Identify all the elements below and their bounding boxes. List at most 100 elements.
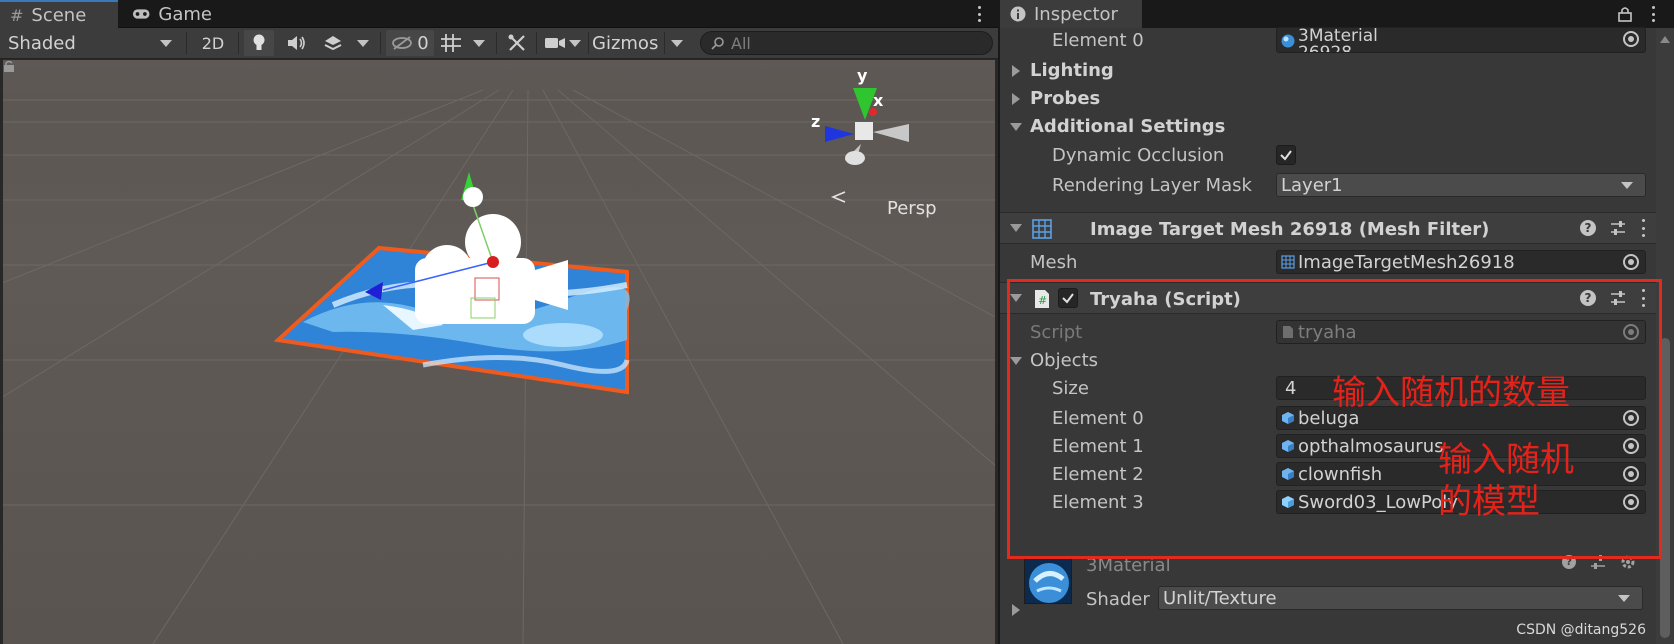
scrollbar-thumb[interactable]	[1660, 338, 1670, 638]
2d-toggle-button[interactable]: 2D	[193, 30, 233, 56]
mesh-filter-icon	[1032, 219, 1052, 239]
dynamic-occlusion-checkbox[interactable]	[1276, 145, 1296, 165]
chevron-right-icon	[1012, 65, 1020, 77]
script-file-icon	[1283, 326, 1293, 338]
grid-toggle-button[interactable]	[436, 30, 466, 56]
objects-foldout[interactable]: Objects	[1000, 346, 1656, 374]
help-icon[interactable]: ?	[1562, 555, 1576, 569]
probes-label: Probes	[1030, 87, 1101, 109]
mesh-filter-header-icons: ?	[1580, 219, 1646, 237]
grid-snap-icon	[441, 34, 461, 52]
script-component-title: Tryaha (Script)	[1090, 288, 1241, 310]
rendering-layer-mask-dropdown[interactable]: Layer1	[1276, 173, 1646, 197]
element-label: Element 0	[1052, 407, 1144, 429]
object-picker-icon[interactable]	[1623, 438, 1639, 454]
mesh-object-field[interactable]: ImageTargetMesh26918	[1276, 250, 1646, 274]
presets-icon[interactable]	[1590, 554, 1606, 570]
chevron-right-icon[interactable]	[1012, 604, 1020, 616]
material-object-field[interactable]: 3Material 26928	[1276, 27, 1646, 53]
shader-dropdown[interactable]: Unlit/Texture	[1158, 586, 1643, 610]
inspector-panel: Inspector Element 0 3Material 26928 Ligh…	[1000, 0, 1674, 644]
component-menu-icon[interactable]	[1640, 219, 1646, 237]
camera-icon	[545, 38, 565, 48]
script-value: tryaha	[1298, 321, 1357, 343]
help-icon[interactable]: ?	[1580, 290, 1596, 306]
element-label: Element 1	[1052, 435, 1144, 457]
mesh-filter-title: Image Target Mesh 26918 (Mesh Filter)	[1090, 218, 1490, 240]
probes-foldout[interactable]: Probes	[1000, 84, 1656, 112]
hidden-count: 0	[417, 32, 429, 54]
effects-toggle-button[interactable]	[318, 30, 348, 56]
hidden-objects-toggle[interactable]: 0	[386, 30, 434, 56]
tools-button[interactable]	[502, 30, 532, 56]
prefab-icon	[1282, 412, 1294, 424]
prefab-icon	[1282, 440, 1294, 452]
lighting-toggle-button[interactable]	[244, 30, 274, 56]
tab-inspector[interactable]: Inspector	[1000, 0, 1142, 28]
tab-game-label: Game	[158, 3, 212, 25]
scene-view-canvas[interactable]	[3, 60, 995, 644]
scene-viewport[interactable]: y x z Persp	[3, 60, 995, 644]
mesh-filter-header[interactable]: Image Target Mesh 26918 (Mesh Filter) ?	[1000, 212, 1656, 244]
object-picker-icon[interactable]	[1623, 410, 1639, 426]
script-object-field: tryaha	[1276, 320, 1646, 344]
material-header-icons: ?	[1562, 554, 1636, 570]
checkmark-icon	[1280, 150, 1292, 161]
gizmos-dropdown-button[interactable]	[666, 30, 688, 56]
script-component-header[interactable]: # Tryaha (Script) ?	[1000, 282, 1656, 314]
object-picker-icon[interactable]	[1623, 494, 1639, 510]
shader-label: Shader	[1086, 588, 1150, 610]
camera-dropdown-button[interactable]	[564, 30, 586, 56]
search-icon	[711, 37, 724, 50]
scene-toolbar: Shaded 2D 0 Gizmos All	[0, 28, 998, 59]
script-file-icon: #	[1035, 290, 1049, 308]
chevron-down-icon	[160, 39, 172, 47]
object-picker-icon[interactable]	[1623, 31, 1639, 47]
object-picker-icon[interactable]	[1623, 466, 1639, 482]
tab-game[interactable]: Game	[122, 0, 222, 28]
scene-menu-icon[interactable]	[972, 4, 986, 24]
component-menu-icon[interactable]	[1640, 289, 1646, 307]
presets-icon[interactable]	[1610, 220, 1626, 236]
chevron-down-icon	[569, 39, 581, 47]
lighting-foldout[interactable]: Lighting	[1000, 56, 1656, 84]
additional-settings-foldout[interactable]: Additional Settings	[1000, 112, 1656, 140]
chevron-down-icon	[357, 39, 369, 47]
prefab-icon	[1282, 468, 1294, 480]
inspector-scrollbar[interactable]	[1656, 28, 1674, 644]
tab-scene[interactable]: # Scene	[0, 0, 118, 28]
object-picker-icon[interactable]	[1623, 254, 1639, 270]
help-icon[interactable]: ?	[1580, 220, 1596, 236]
light-gizmo[interactable]	[461, 172, 483, 207]
element-value: opthalmosaurus	[1298, 435, 1444, 457]
scroll-up-icon[interactable]	[1660, 36, 1670, 43]
additional-settings-label: Additional Settings	[1030, 115, 1226, 137]
objects-label: Objects	[1030, 349, 1099, 371]
chevron-down-icon	[1010, 294, 1022, 302]
watermark-text: CSDN @ditang526	[1516, 622, 1646, 638]
inspector-menu-icon[interactable]	[1646, 4, 1660, 24]
gizmos-label: Gizmos	[592, 32, 659, 54]
effects-dropdown-button[interactable]	[352, 30, 374, 56]
presets-icon[interactable]	[1610, 290, 1626, 306]
audio-toggle-button[interactable]	[282, 30, 312, 56]
gear-icon[interactable]	[1620, 554, 1636, 570]
material-sphere-icon	[1281, 34, 1295, 48]
lock-icon[interactable]	[3, 60, 15, 72]
script-header-icons: ?	[1580, 289, 1646, 307]
projection-label[interactable]: Persp	[887, 198, 937, 219]
lock-icon[interactable]	[1618, 6, 1632, 22]
shading-mode-dropdown[interactable]: Shaded	[4, 30, 180, 56]
dynamic-occlusion-row: Dynamic Occlusion	[1000, 141, 1656, 169]
lighting-label: Lighting	[1030, 59, 1114, 81]
chevron-right-icon	[1012, 93, 1020, 105]
material-preview-thumbnail[interactable]	[1024, 556, 1072, 604]
chevron-down-icon	[1010, 357, 1022, 365]
grid-icon: #	[10, 5, 24, 25]
lightbulb-icon	[253, 34, 265, 50]
script-enabled-checkbox[interactable]	[1058, 288, 1078, 308]
grid-dropdown-button[interactable]	[468, 30, 490, 56]
scene-search-input[interactable]: All	[700, 31, 993, 55]
annotation-models-note-line2: 的模型	[1438, 482, 1540, 522]
gizmos-button[interactable]: Gizmos	[590, 30, 672, 56]
